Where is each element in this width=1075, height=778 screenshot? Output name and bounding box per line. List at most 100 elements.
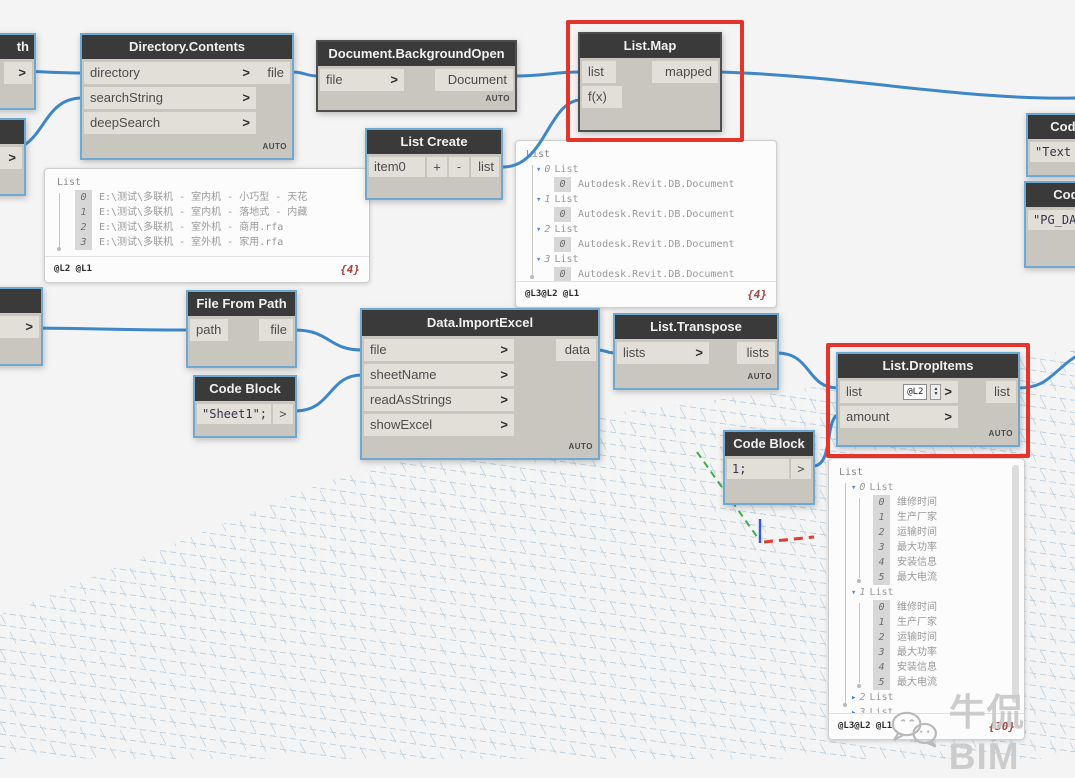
node-code-block-sheet[interactable]: Code Block "Sheet1"; > [193,375,297,438]
expand-icon[interactable]: ▾ [851,588,856,598]
list-item: 0Autodesk.Revit.DB.Document [524,237,768,252]
node-title[interactable]: Directory.Contents [82,35,292,59]
list-group[interactable]: ▾1List [524,192,768,207]
node-title[interactable]: Code Block [195,377,295,401]
input-port-lists[interactable]: lists> [617,342,709,364]
list-group[interactable]: ▾2List [524,222,768,237]
lacing-levels[interactable]: @L2 @L1 [54,262,92,277]
node-document-backgroundopen[interactable]: Document.BackgroundOpen file> Document A… [316,40,517,112]
wire[interactable] [295,375,362,411]
output-port[interactable]: > [4,62,32,84]
input-port-item0[interactable]: item0 [369,157,425,177]
output-port-document[interactable]: Document [435,69,513,91]
list-group[interactable]: ▾1List [837,585,1016,600]
node-code-block-one[interactable]: Code Block 1; > [723,430,815,505]
input-port-sheetname[interactable]: sheetName> [364,364,514,386]
list-group-collapsed[interactable]: ▸2List [837,690,1016,705]
node-title[interactable] [0,289,41,313]
node-partial-left-top[interactable]: th > [0,33,36,110]
node-list-transpose[interactable]: List.Transpose lists> lists AUTO [613,313,779,390]
preview-scrollbar[interactable] [1012,465,1019,703]
preview-body: List ▾0List 0Autodesk.Revit.DB.Document … [516,141,776,281]
list-root-label: List [837,465,1016,480]
input-port-readasstrings[interactable]: readAsStrings> [364,389,514,411]
node-title[interactable]: File From Path [188,292,295,316]
expand-icon[interactable]: ▾ [536,225,541,235]
expand-icon[interactable]: ▾ [536,255,541,265]
list-item: 5最大电流 [837,675,1016,690]
lacing-label[interactable]: AUTO [485,94,510,103]
output-port[interactable]: > [273,404,293,424]
item-text: E:\测试\多联机 - 室外机 - 商用.rfa [99,222,283,233]
remove-input-button[interactable]: - [449,157,469,177]
node-directory-contents[interactable]: Directory.Contents directory> searchStri… [80,33,294,160]
output-port-file[interactable]: file [259,319,293,341]
node-file-from-path[interactable]: File From Path path file [186,290,297,368]
lacing-label[interactable]: AUTO [568,442,593,451]
output-port-data[interactable]: data [556,339,596,361]
preview-file-paths: List 0E:\测试\多联机 - 室内机 - 小巧型 - 天花 1E:\测试\… [44,168,370,283]
node-title[interactable]: Code Block [1028,115,1075,139]
node-code-block-right-top[interactable]: Code Block "Text [1026,113,1075,177]
node-title[interactable]: Code Block [725,432,813,456]
item-count: {4} [340,262,360,277]
output-port-list[interactable]: list [471,157,499,177]
lacing-levels[interactable]: @L3@L2 @L1 [838,719,892,734]
node-title[interactable] [0,120,24,144]
port-arrow-icon: > [18,62,26,84]
expand-icon[interactable]: ▾ [536,165,541,175]
item-count: {4} [747,287,767,302]
list-item: 0维修时间 [837,495,1016,510]
add-input-button[interactable]: + [427,157,447,177]
code-text[interactable]: 1; [727,459,789,479]
output-port-file[interactable]: file [256,62,290,84]
wire[interactable] [292,72,318,76]
list-item: 0Autodesk.Revit.DB.Document [524,267,768,281]
wire[interactable] [720,72,1075,98]
output-port[interactable]: > [0,147,22,169]
expand-icon[interactable]: ▾ [851,483,856,493]
input-port-directory[interactable]: directory> [84,62,256,84]
node-partial-left-bottom[interactable]: > [0,287,43,366]
output-port-lists[interactable]: lists [737,342,775,364]
node-partial-left-mid[interactable]: > [0,118,26,196]
lacing-levels[interactable]: @L3@L2 @L1 [525,287,579,302]
node-list-create[interactable]: List Create item0 + - list [365,128,503,200]
node-title[interactable]: List.Transpose [615,315,777,339]
list-item: 3E:\测试\多联机 - 室外机 - 家用.rfa [53,235,361,250]
node-title[interactable]: Data.ImportExcel [362,310,598,336]
node-data-importexcel[interactable]: Data.ImportExcel file> sheetName> readAs… [360,308,600,460]
node-title[interactable]: th [0,35,34,59]
input-port-file[interactable]: file> [320,69,404,91]
port-arrow-icon: > [500,389,508,411]
input-port-deepsearch[interactable]: deepSearch> [84,112,256,134]
list-group-collapsed[interactable]: ▸3List [837,705,1016,713]
node-title[interactable]: Document.BackgroundOpen [318,42,515,66]
list-group[interactable]: ▾3List [524,252,768,267]
output-port[interactable]: > [791,459,811,479]
code-text[interactable]: "Sheet1"; [197,404,271,424]
tree-guide [859,498,860,578]
expand-icon[interactable]: ▾ [536,195,541,205]
list-group[interactable]: ▾0List [524,162,768,177]
list-item: 5最大电流 [837,570,1016,585]
code-text[interactable]: "PG_DA [1028,210,1075,230]
input-port-searchstring[interactable]: searchString> [84,87,256,109]
node-title[interactable]: List Create [367,130,501,154]
input-port-showexcel[interactable]: showExcel> [364,414,514,436]
list-group[interactable]: ▾0List [837,480,1016,495]
node-title[interactable]: Code Block [1026,183,1075,207]
tree-guide [859,603,860,683]
list-root-label: List [524,147,768,162]
wire[interactable] [295,330,362,350]
node-code-block-right-bottom[interactable]: Code Block "PG_DA [1024,181,1075,268]
item-count: {30} [989,719,1016,734]
output-port[interactable]: > [0,316,39,338]
lacing-label[interactable]: AUTO [747,372,772,381]
code-text[interactable]: "Text [1030,142,1075,162]
collapse-icon[interactable]: ▸ [851,693,856,703]
input-port-file[interactable]: file> [364,339,514,361]
input-port-path[interactable]: path [190,319,228,341]
lacing-label[interactable]: AUTO [262,142,287,151]
list-root-label: List [53,175,361,190]
